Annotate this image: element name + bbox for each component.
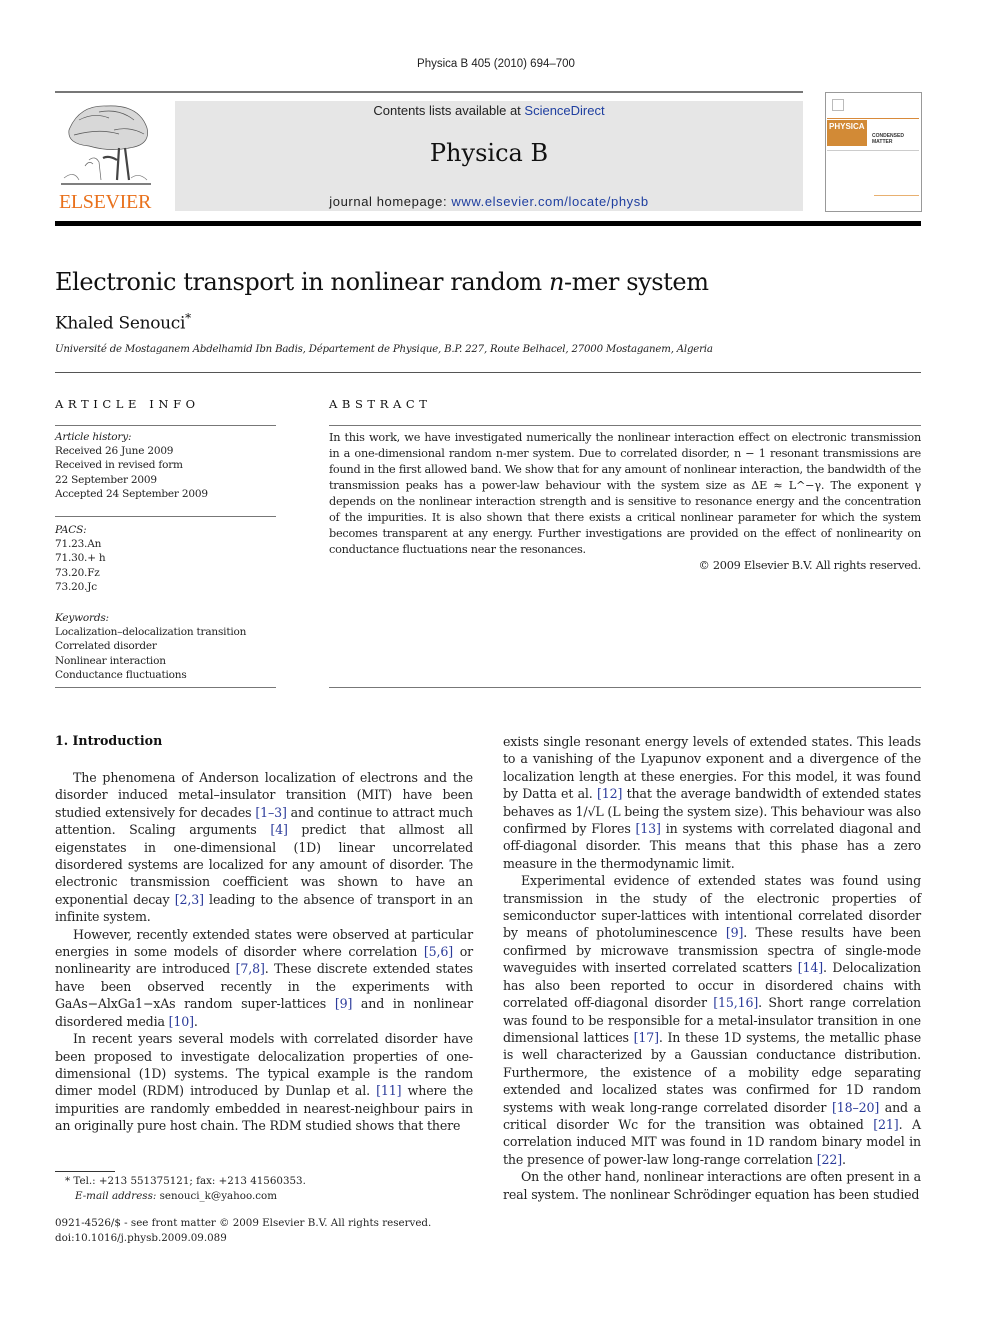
abstract-label: ABSTRACT [329, 397, 432, 411]
citation-link[interactable]: [4] [270, 822, 288, 837]
homepage-prefix: journal homepage: [329, 194, 452, 209]
keywords-heading: Keywords: [55, 612, 109, 624]
citation-link[interactable]: [10] [169, 1014, 194, 1029]
abstract-rule [329, 425, 921, 426]
journal-name: Physica B [429, 139, 549, 167]
keyword[interactable]: Nonlinear interaction [55, 654, 276, 668]
header-thick-rule [55, 221, 921, 226]
abstract-copyright: © 2009 Elsevier B.V. All rights reserved… [698, 559, 921, 572]
pacs-code: 73.20.Jc [55, 580, 97, 593]
article-info-rule [55, 516, 276, 517]
author-line: Khaled Senouci* [55, 311, 191, 334]
issn-line: 0921-4526/$ - see front matter © 2009 El… [55, 1217, 432, 1229]
journal-banner: Contents lists available at ScienceDirec… [175, 101, 803, 211]
citation-link[interactable]: [15,16] [713, 995, 758, 1010]
history-item: Received 26 June 2009 [55, 445, 174, 458]
elsevier-wordmark: ELSEVIER [58, 191, 152, 213]
body-column-left: The phenomena of Anderson localization o… [55, 769, 473, 1135]
citation-link[interactable]: [9] [335, 996, 353, 1011]
front-matter: 0921-4526/$ - see front matter © 2009 El… [55, 1216, 431, 1246]
citation-link[interactable]: [1–3] [255, 805, 287, 820]
cover-title: PHYSICA [827, 120, 867, 146]
journal-cover-thumbnail[interactable]: PHYSICA CONDENSED MATTER [825, 92, 922, 212]
cover-divider [827, 150, 919, 151]
cover-logo-icon [832, 99, 844, 111]
pacs-code: 73.20.Fz [55, 566, 100, 579]
sciencedirect-link[interactable]: ScienceDirect [524, 103, 604, 118]
title-rule [55, 372, 921, 373]
pacs-block: PACS: 71.23.An 71.30.+ h 73.20.Fz 73.20.… [55, 523, 276, 594]
history-item: 22 September 2009 [55, 473, 157, 486]
keywords-block: Keywords: Localization–delocalization tr… [55, 611, 276, 682]
article-history-heading: Article history: [55, 431, 132, 443]
citation-link[interactable]: [2,3] [175, 892, 204, 907]
body-paragraph: exists single resonant energy levels of … [503, 734, 922, 871]
body-paragraph: Experimental evidence of extended states… [503, 873, 922, 1167]
email-line: E-mail address: senouci_k@yahoo.com [65, 1189, 306, 1204]
citation-link[interactable]: [14] [798, 960, 823, 975]
cover-accent-line [874, 195, 919, 196]
email-label: E-mail address: [75, 1190, 157, 1202]
elsevier-logo[interactable]: ELSEVIER [55, 100, 155, 213]
citation-link[interactable]: [21] [873, 1117, 898, 1132]
keyword[interactable]: Localization–delocalization transition [55, 625, 276, 639]
author-contact: * Tel.: +213 551375121; fax: +213 415603… [65, 1175, 306, 1187]
running-head: Physica B 405 (2010) 694–700 [417, 58, 575, 70]
citation-link[interactable]: [11] [376, 1083, 401, 1098]
doi-link[interactable]: doi:10.1016/j.physb.2009.09.089 [55, 1231, 431, 1246]
pacs-heading: PACS: [55, 524, 87, 536]
article-history: Article history: Received 26 June 2009 R… [55, 430, 276, 501]
footnote-rule [55, 1171, 115, 1172]
cover-subtitle: CONDENSED MATTER [872, 133, 904, 145]
abstract-rule [329, 687, 921, 688]
article-title: Electronic transport in nonlinear random… [55, 268, 709, 296]
title-part: -mer system [564, 268, 709, 296]
author-footnote-mark[interactable]: * [185, 311, 191, 325]
body-paragraph: In recent years several models with corr… [55, 1031, 474, 1134]
body-paragraph: The phenomena of Anderson localization o… [55, 770, 473, 925]
pacs-code: 71.30.+ h [55, 552, 106, 565]
citation-link[interactable]: [18–20] [832, 1100, 879, 1115]
article-info-rule [55, 687, 276, 688]
title-part: Electronic transport in nonlinear random [55, 268, 549, 296]
pacs-code: 71.23.An [55, 538, 102, 551]
email-address[interactable]: senouci_k@yahoo.com [160, 1190, 277, 1202]
top-rule [55, 91, 803, 93]
citation-link[interactable]: [12] [597, 786, 622, 801]
history-item: Accepted 24 September 2009 [55, 487, 208, 500]
section-heading: 1. Introduction [55, 733, 163, 748]
citation-link[interactable]: [9] [726, 925, 744, 940]
article-info-label: ARTICLE INFO [55, 397, 200, 411]
body-paragraph: However, recently extended states were o… [55, 926, 473, 1029]
body-paragraph: On the other hand, nonlinear interaction… [503, 1169, 921, 1202]
citation-link[interactable]: [7,8] [236, 961, 265, 976]
keyword[interactable]: Conductance fluctuations [55, 668, 276, 682]
homepage-line: journal homepage: www.elsevier.com/locat… [175, 194, 803, 209]
abstract-body: In this work, we have investigated numer… [329, 430, 921, 574]
abstract-text: In this work, we have investigated numer… [329, 431, 921, 556]
citation-link[interactable]: [17] [634, 1030, 659, 1045]
journal-homepage-link[interactable]: www.elsevier.com/locate/physb [451, 194, 648, 209]
citation-link[interactable]: [5,6] [424, 944, 453, 959]
article-info-rule [55, 425, 276, 426]
author-name[interactable]: Khaled Senouci [55, 314, 185, 334]
affiliation: Université de Mostaganem Abdelhamid Ibn … [55, 344, 713, 355]
history-item: Received in revised form [55, 459, 183, 472]
elsevier-tree-icon [61, 105, 151, 185]
cover-stripe [827, 118, 919, 119]
keyword[interactable]: Correlated disorder [55, 639, 276, 653]
author-footnote: * Tel.: +213 551375121; fax: +213 415603… [65, 1174, 306, 1204]
contents-prefix: Contents lists available at [373, 103, 525, 118]
body-column-right: exists single resonant energy levels of … [503, 733, 921, 1203]
citation-link[interactable]: [13] [636, 821, 661, 836]
citation-link[interactable]: [22] [817, 1152, 842, 1167]
contents-line: Contents lists available at ScienceDirec… [175, 103, 803, 118]
title-italic-n: n [548, 268, 565, 296]
